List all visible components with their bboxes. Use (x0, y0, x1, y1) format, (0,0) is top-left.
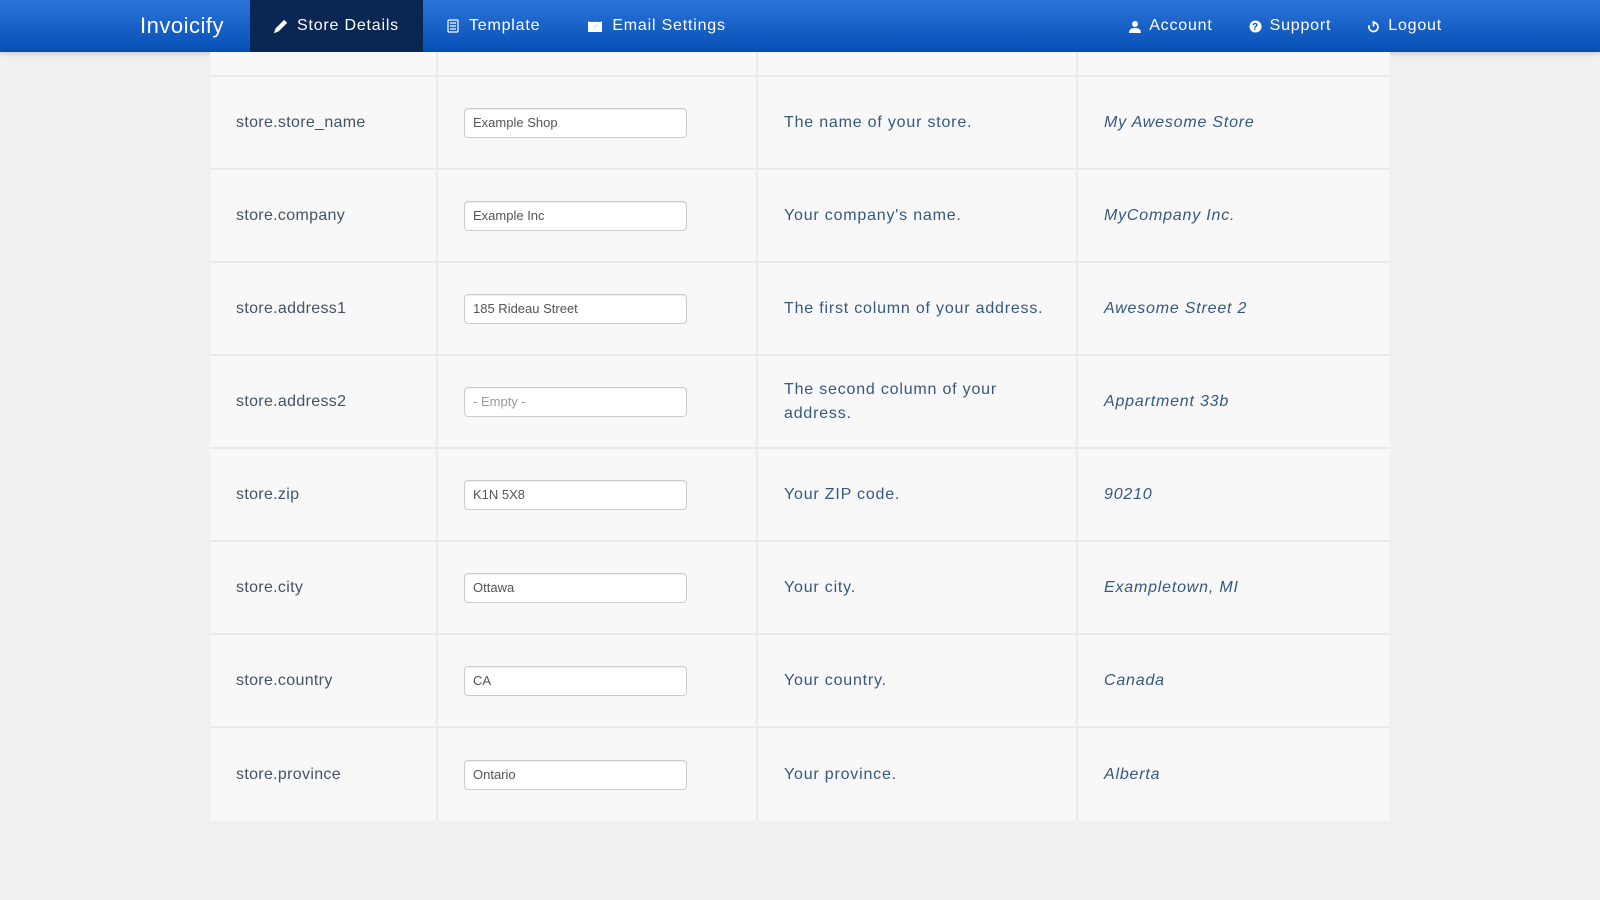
field-key: store.address1 (210, 263, 438, 354)
field-key: store.country (210, 635, 438, 726)
nav-email-settings[interactable]: ✉ Email Settings (564, 0, 749, 52)
field-input-cell (438, 263, 758, 354)
table-header-row (210, 52, 1390, 77)
nav-right-group: Account ? Support Logout (1111, 0, 1460, 52)
field-key: store.zip (210, 449, 438, 540)
pencil-icon (274, 20, 287, 33)
field-example: 90210 (1078, 449, 1390, 540)
table-row: store.address1 The first column of your … (210, 263, 1390, 356)
field-description: Your country. (758, 635, 1078, 726)
table-row: store.city Your city. Exampletown, MI (210, 542, 1390, 635)
field-input-cell (438, 170, 758, 261)
header-cell (210, 52, 438, 75)
table-row: store.address2 The second column of your… (210, 356, 1390, 449)
nav-label: Email Settings (612, 17, 725, 35)
nav-label: Logout (1388, 17, 1442, 35)
city-input[interactable] (464, 573, 687, 603)
field-input-cell (438, 77, 758, 168)
nav-label: Template (469, 17, 540, 35)
nav-account[interactable]: Account (1111, 0, 1230, 52)
field-key: store.store_name (210, 77, 438, 168)
field-key: store.address2 (210, 356, 438, 447)
user-icon (1129, 20, 1141, 33)
nav-support[interactable]: ? Support (1231, 0, 1350, 52)
field-key: store.city (210, 542, 438, 633)
table-row: store.province Your province. Alberta (210, 728, 1390, 821)
nav-label: Store Details (297, 17, 399, 35)
brand-logo[interactable]: Invoicify (140, 0, 250, 52)
field-example: Awesome Street 2 (1078, 263, 1390, 354)
nav-left-group: Store Details Template ✉ Email Settings (250, 0, 750, 52)
address1-input[interactable] (464, 294, 687, 324)
field-example: Alberta (1078, 728, 1390, 821)
province-input[interactable] (464, 760, 687, 790)
field-description: Your company's name. (758, 170, 1078, 261)
nav-label: Account (1149, 17, 1212, 35)
table-row: store.store_name The name of your store.… (210, 77, 1390, 170)
svg-text:?: ? (1252, 22, 1259, 33)
country-input[interactable] (464, 666, 687, 696)
table-row: store.zip Your ZIP code. 90210 (210, 449, 1390, 542)
field-example: MyCompany Inc. (1078, 170, 1390, 261)
field-description: Your city. (758, 542, 1078, 633)
table-row: store.country Your country. Canada (210, 635, 1390, 728)
main-container: store.store_name The name of your store.… (210, 52, 1390, 821)
top-navbar: Invoicify Store Details Template ✉ Email… (0, 0, 1600, 52)
field-input-cell (438, 449, 758, 540)
address2-input[interactable] (464, 387, 687, 417)
question-icon: ? (1249, 20, 1262, 33)
header-cell (1078, 52, 1390, 75)
company-input[interactable] (464, 201, 687, 231)
field-input-cell (438, 356, 758, 447)
table-row: store.company Your company's name. MyCom… (210, 170, 1390, 263)
field-input-cell (438, 728, 758, 821)
field-input-cell (438, 542, 758, 633)
nav-template[interactable]: Template (423, 0, 564, 52)
header-cell (758, 52, 1078, 75)
field-example: Appartment 33b (1078, 356, 1390, 447)
field-key: store.province (210, 728, 438, 821)
nav-logout[interactable]: Logout (1349, 0, 1460, 52)
field-input-cell (438, 635, 758, 726)
field-description: The first column of your address. (758, 263, 1078, 354)
field-description: The second column of your address. (758, 356, 1078, 447)
field-key: store.company (210, 170, 438, 261)
store-name-input[interactable] (464, 108, 687, 138)
header-cell (438, 52, 758, 75)
zip-input[interactable] (464, 480, 687, 510)
nav-store-details[interactable]: Store Details (250, 0, 423, 52)
field-description: Your ZIP code. (758, 449, 1078, 540)
field-example: Canada (1078, 635, 1390, 726)
field-example: My Awesome Store (1078, 77, 1390, 168)
field-description: Your province. (758, 728, 1078, 821)
power-icon (1367, 20, 1380, 33)
file-icon (447, 19, 459, 33)
nav-label: Support (1270, 17, 1332, 35)
field-example: Exampletown, MI (1078, 542, 1390, 633)
field-description: The name of your store. (758, 77, 1078, 168)
